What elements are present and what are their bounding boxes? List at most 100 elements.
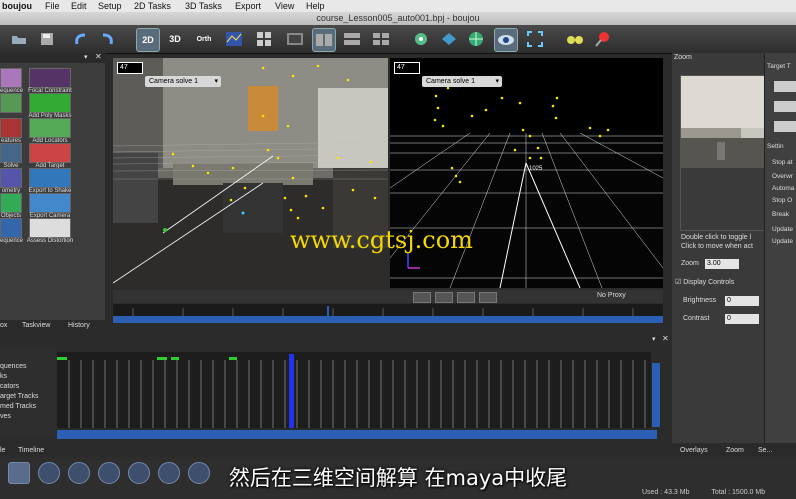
panel-button[interactable] (774, 121, 796, 132)
solve-icon[interactable] (438, 28, 460, 50)
tab-overlays[interactable]: Overlays (680, 445, 708, 456)
float-icon[interactable]: ▾ (84, 53, 88, 61)
camera-select-value: Camera solve 1 (149, 78, 199, 85)
camera-track-icon[interactable] (410, 28, 432, 50)
chevron-down-icon: ▾ (495, 78, 499, 85)
brightness-label: Brightness (683, 297, 717, 304)
tool-export-to-shake[interactable]: Export to Shake (26, 168, 74, 194)
view-orth-button[interactable]: Orth (193, 28, 215, 50)
tool-geometry[interactable]: ometry (0, 168, 22, 194)
tool-solve[interactable]: Solve (0, 143, 22, 169)
tab-history[interactable]: History (68, 320, 90, 331)
split-view-icon[interactable] (312, 28, 336, 52)
graph-view-icon[interactable] (223, 28, 245, 50)
tab-settings[interactable]: Se... (758, 445, 772, 456)
globe-icon[interactable] (465, 28, 487, 50)
brightness-field[interactable]: 0 (725, 296, 759, 306)
close-icon[interactable]: ✕ (662, 334, 669, 343)
menu-file[interactable]: File (45, 0, 60, 12)
horizontal-view-icon[interactable] (341, 28, 363, 50)
float-icon[interactable]: ▾ (652, 335, 656, 343)
track-item-locators[interactable]: cators (0, 383, 19, 390)
menu-bar: boujou File Edit Setup 2D Tasks 3D Tasks… (0, 0, 796, 12)
tool-assess-distortion[interactable]: Assess Distortion (26, 218, 74, 244)
frame-counter: 47 (394, 62, 420, 74)
panel-button[interactable] (774, 81, 796, 92)
single-view-icon[interactable] (284, 28, 306, 50)
track-item-curves[interactable]: ves (0, 413, 11, 420)
video-subtitle: 然后在三维空间解算 在maya中收尾 (228, 466, 568, 490)
zoom-image[interactable] (680, 75, 766, 231)
timeline-horizontal-scrollbar[interactable] (57, 430, 657, 439)
camera-select[interactable]: Camera solve 1 ▾ (422, 76, 502, 87)
tool-features[interactable]: eatures (0, 118, 22, 144)
tool-add-poly-masks[interactable]: Add Poly Masks (26, 93, 74, 119)
toolbox-tabs: ox Taskview History (0, 320, 105, 331)
camera-select[interactable]: Camera solve 1 ▾ (145, 76, 221, 87)
save-icon[interactable] (36, 28, 58, 50)
binoculars-icon[interactable] (564, 28, 586, 50)
track-item-tracks[interactable]: ks (0, 373, 7, 380)
tool-objects[interactable]: Objects (0, 193, 22, 219)
menu-setup[interactable]: Setup (98, 0, 122, 12)
frame-scrubber[interactable] (113, 304, 663, 323)
tool-blank[interactable] (0, 93, 22, 113)
setting-update-1: Update (772, 226, 793, 233)
zoom-value-field[interactable]: 3.00 (705, 259, 739, 269)
scrubber-ticks (132, 306, 634, 316)
tool-sequence[interactable]: equence (0, 68, 23, 94)
view-option-button[interactable] (435, 292, 453, 303)
view-option-button[interactable] (457, 292, 475, 303)
tab-toolbox[interactable]: ox (0, 320, 7, 331)
menu-export[interactable]: Export (235, 0, 261, 12)
app-menu[interactable]: boujou (2, 0, 32, 12)
open-folder-icon[interactable] (8, 28, 30, 50)
tool-add-locators[interactable]: Add Locators (26, 118, 74, 144)
tab-zoom[interactable]: Zoom (726, 445, 744, 456)
setting-overwrite: Overwr (772, 173, 793, 180)
menu-2d-tasks[interactable]: 2D Tasks (134, 0, 171, 12)
settings-toggle[interactable]: Settin (767, 143, 784, 150)
tool-export-camera[interactable]: Export Camera (26, 193, 74, 219)
track-item-sequences[interactable]: quences (0, 363, 26, 370)
view-option-button[interactable] (479, 292, 497, 303)
scrubber-bar[interactable] (113, 316, 663, 323)
zoom-tabs: Overlays Zoom Se... (672, 445, 796, 456)
contrast-field[interactable]: 0 (725, 314, 759, 324)
tool-focal-constraint[interactable]: Focal Constraint (26, 68, 74, 94)
memory-status: Used : 43.3 Mb Total : 1500.0 Mb (642, 489, 765, 496)
tool-label: equence (0, 238, 24, 244)
tab-timeline[interactable]: Timeline (18, 445, 44, 456)
track-item-named-tracks[interactable]: med Tracks (0, 403, 36, 410)
target-panel-title: Target T (767, 63, 791, 70)
panel-button[interactable] (774, 101, 796, 112)
quad-view-icon[interactable] (370, 28, 392, 50)
close-icon[interactable]: ✕ (95, 52, 102, 61)
pin-icon[interactable] (592, 28, 614, 50)
menu-view[interactable]: View (275, 0, 294, 12)
timeline-vertical-scrollbar[interactable] (652, 363, 660, 427)
menu-3d-tasks[interactable]: 3D Tasks (185, 0, 222, 12)
memory-used: Used : 43.3 Mb (642, 489, 690, 496)
tab-table[interactable]: le (0, 445, 5, 456)
eye-icon[interactable] (494, 28, 518, 52)
zoom-label: Zoom (681, 260, 699, 267)
view-2d-button[interactable]: 2D (136, 28, 160, 52)
undo-icon[interactable] (70, 28, 92, 50)
frame-select-icon[interactable] (524, 28, 546, 50)
tab-taskview[interactable]: Taskview (22, 320, 50, 331)
menu-edit[interactable]: Edit (71, 0, 87, 12)
display-controls-toggle[interactable]: ☑ Display Controls (675, 278, 734, 286)
redo-icon[interactable] (96, 28, 118, 50)
view-3d-button[interactable]: 3D (164, 28, 186, 50)
track-item-target-tracks[interactable]: arget Tracks (0, 393, 39, 400)
timeline-tracks[interactable] (57, 352, 651, 428)
view-option-button[interactable] (413, 292, 431, 303)
watermark-text: www.cgtsj.com (290, 226, 473, 254)
grid-layout-icon[interactable] (253, 28, 275, 50)
memory-total: Total : 1500.0 Mb (711, 489, 766, 496)
locator-label: 1025 (529, 166, 543, 172)
tool-sequence-2[interactable]: equence (0, 218, 24, 244)
proxy-status[interactable]: No Proxy (597, 292, 626, 299)
menu-help[interactable]: Help (306, 0, 325, 12)
